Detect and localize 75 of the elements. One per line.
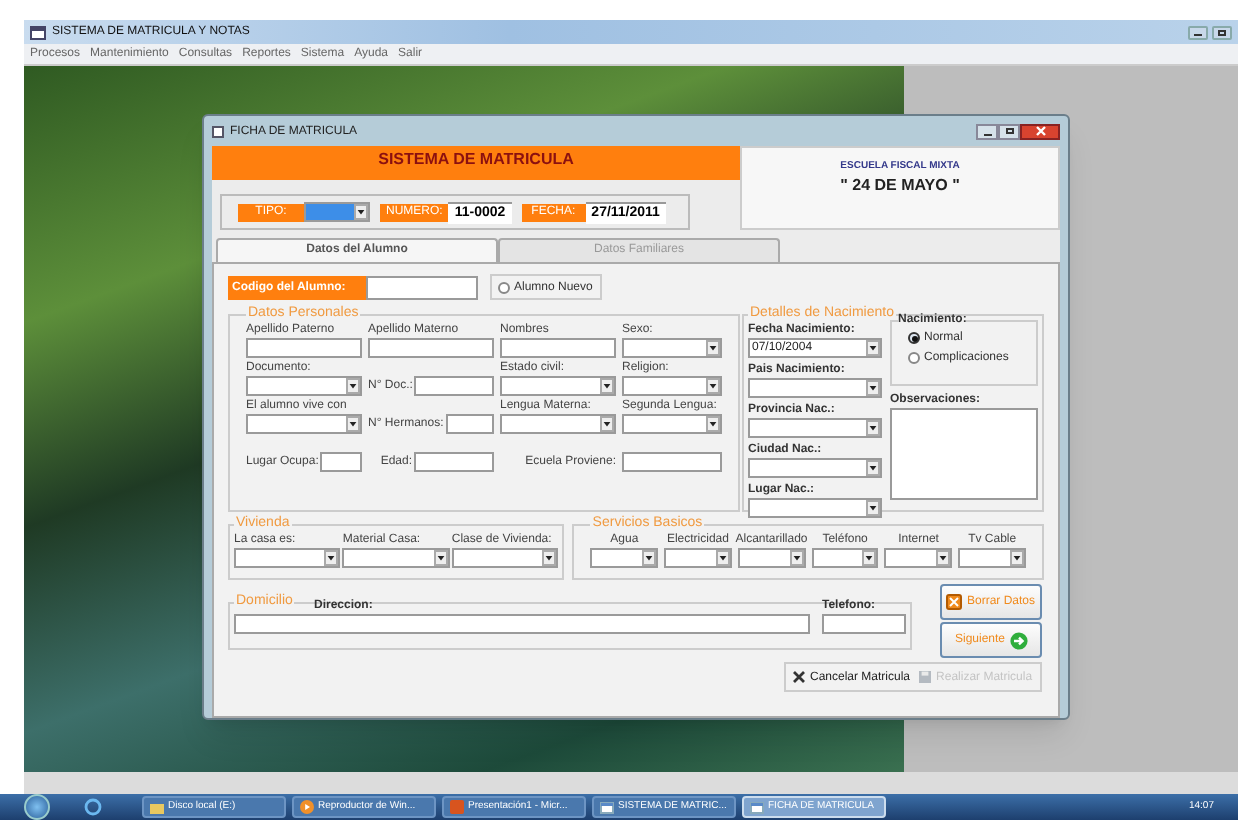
dropdown-arrow-icon bbox=[324, 550, 339, 566]
dropdown[interactable] bbox=[622, 414, 722, 434]
text-field[interactable] bbox=[414, 376, 494, 396]
dropdown[interactable] bbox=[884, 548, 953, 568]
dropdown[interactable] bbox=[234, 548, 341, 568]
dropdown[interactable] bbox=[748, 458, 882, 478]
dropdown[interactable] bbox=[748, 418, 882, 438]
dropdown-arrow-icon bbox=[866, 500, 880, 516]
text-field[interactable] bbox=[320, 452, 362, 472]
text-field[interactable] bbox=[445, 414, 494, 434]
dropdown[interactable] bbox=[451, 548, 559, 568]
form-icon bbox=[212, 125, 224, 137]
dropdown-arrow-icon bbox=[715, 550, 730, 566]
dropdown[interactable] bbox=[246, 376, 362, 396]
dropdown-arrow-icon bbox=[866, 340, 880, 356]
app-icon bbox=[30, 25, 46, 39]
dropdown-arrow-icon bbox=[600, 416, 614, 432]
dropdown[interactable] bbox=[500, 376, 616, 396]
dropdown-arrow-icon bbox=[1010, 550, 1024, 566]
window-icon bbox=[600, 801, 614, 813]
dropdown-arrow-icon bbox=[433, 550, 448, 566]
browser-icon[interactable] bbox=[84, 798, 102, 816]
dropdown-arrow-icon bbox=[866, 420, 880, 436]
dropdown[interactable] bbox=[811, 548, 879, 568]
close-button[interactable] bbox=[1020, 123, 1060, 139]
presentation-icon bbox=[450, 800, 464, 814]
dropdown-arrow-icon bbox=[542, 550, 557, 566]
text-field[interactable] bbox=[246, 338, 362, 358]
dropdown[interactable] bbox=[342, 548, 450, 568]
text-field[interactable] bbox=[500, 338, 616, 358]
dropdown[interactable] bbox=[590, 548, 659, 568]
dropdown-arrow-icon bbox=[866, 380, 880, 396]
dropdown[interactable] bbox=[958, 548, 1026, 568]
text-field[interactable] bbox=[822, 614, 906, 634]
dropdown[interactable] bbox=[748, 498, 882, 518]
dropdown[interactable] bbox=[246, 414, 362, 434]
dropdown[interactable] bbox=[622, 376, 722, 396]
text-field[interactable] bbox=[622, 452, 722, 472]
maximize-button[interactable] bbox=[998, 123, 1020, 139]
dropdown-arrow-icon bbox=[642, 550, 657, 566]
dropdown[interactable] bbox=[304, 202, 370, 222]
arrow-right-icon bbox=[1009, 631, 1028, 649]
dropdown-arrow-icon bbox=[346, 378, 360, 394]
dropdown[interactable] bbox=[664, 548, 732, 568]
window-icon bbox=[750, 801, 764, 813]
minimize-button[interactable] bbox=[1188, 25, 1208, 39]
dropdown-arrow-icon bbox=[354, 204, 368, 220]
minimize-button[interactable] bbox=[976, 123, 998, 139]
dropdown-arrow-icon bbox=[862, 550, 877, 566]
dropdown[interactable] bbox=[748, 378, 882, 398]
dropdown-arrow-icon bbox=[706, 378, 720, 394]
eraser-icon bbox=[946, 594, 963, 610]
play-icon bbox=[300, 800, 314, 814]
maximize-button[interactable] bbox=[1212, 25, 1232, 39]
school-name: " 24 DE MAYO " bbox=[840, 178, 960, 194]
text-field[interactable] bbox=[368, 338, 494, 358]
dropdown-arrow-icon bbox=[706, 340, 720, 356]
dropdown-arrow-icon bbox=[789, 550, 804, 566]
dropdown-arrow-icon bbox=[600, 378, 614, 394]
header-title: SISTEMA DE MATRICULA bbox=[212, 146, 740, 180]
folder-icon bbox=[150, 801, 164, 813]
text-field[interactable] bbox=[366, 275, 478, 299]
text-field[interactable] bbox=[234, 614, 810, 634]
text-field[interactable] bbox=[414, 452, 494, 472]
dropdown-arrow-icon bbox=[936, 550, 951, 566]
dropdown-arrow-icon bbox=[346, 416, 360, 432]
dropdown[interactable] bbox=[500, 414, 616, 434]
dropdown-arrow-icon bbox=[706, 416, 720, 432]
dropdown[interactable] bbox=[622, 338, 722, 358]
start-button[interactable] bbox=[24, 794, 50, 820]
close-icon bbox=[792, 670, 806, 684]
text-area[interactable] bbox=[890, 408, 1038, 500]
dropdown-arrow-icon bbox=[866, 460, 880, 476]
close-icon bbox=[1035, 126, 1045, 136]
dropdown[interactable] bbox=[737, 548, 806, 568]
